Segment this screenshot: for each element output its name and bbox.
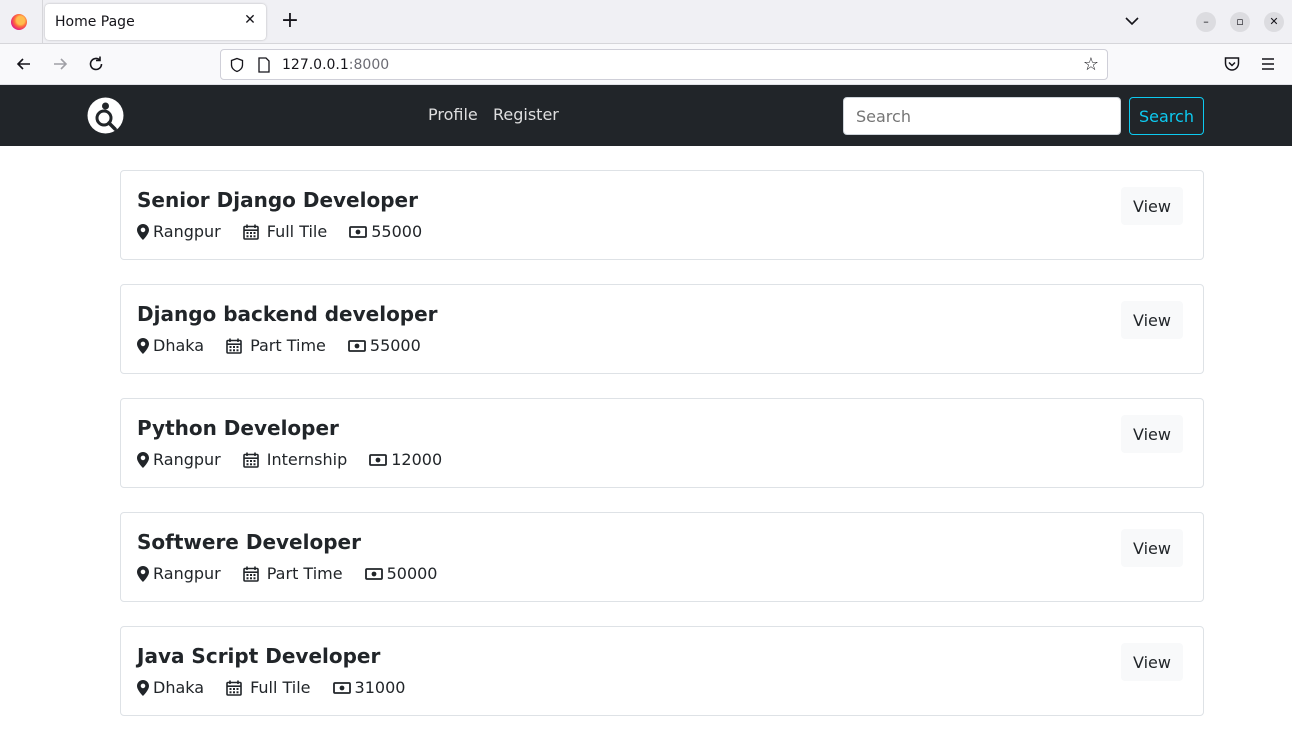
job-salary-text: 50000 [386,564,438,583]
job-type: Internship [242,450,348,469]
maximize-window-button[interactable]: ▫ [1230,12,1250,32]
firefox-icon[interactable] [11,14,27,30]
job-type-text: Part Time [266,564,343,583]
job-salary: 55000 [347,336,421,355]
money-bill-icon [364,567,383,580]
job-type: Full Tile [226,678,311,697]
job-location-text: Dhaka [153,336,205,355]
job-meta: Dhaka Full Tile 31000 [137,678,427,697]
browser-toolbar: 127.0.0.1:8000 ☆ [0,44,1292,85]
job-title: Java Script Developer [137,644,381,668]
job-location: Rangpur [137,222,221,241]
calendar-icon [242,566,259,582]
job-location-text: Rangpur [153,222,221,241]
view-job-button[interactable]: View [1121,415,1183,453]
job-location-text: Rangpur [153,450,221,469]
job-type: Full Tile [242,222,328,241]
job-card: Python Developer Rangpur Internship 1200… [120,398,1204,488]
calendar-icon [226,680,242,696]
hamburger-menu-icon[interactable] [1258,54,1278,74]
new-tab-button[interactable]: + [279,10,301,32]
pocket-icon[interactable] [1222,54,1242,74]
site-navbar: Profile Register Search [0,85,1292,146]
job-meta: Rangpur Internship 12000 [137,450,464,469]
close-tab-icon[interactable]: ✕ [242,12,258,28]
job-location: Dhaka [137,678,204,697]
job-salary-text: 12000 [391,450,443,469]
page-info-icon[interactable] [257,57,271,73]
job-title: Senior Django Developer [137,188,418,212]
search-button[interactable]: Search [1129,97,1204,135]
view-job-button[interactable]: View [1121,187,1183,225]
job-card: Django backend developer Dhaka Part Time [120,284,1204,374]
job-type-text: Full Tile [250,678,311,697]
job-location-text: Dhaka [153,678,205,697]
url-text: 127.0.0.1:8000 [282,57,389,73]
job-salary: 31000 [332,678,406,697]
money-bill-icon [369,453,388,466]
job-card: Senior Django Developer Rangpur Full Til… [120,170,1204,260]
money-bill-icon [349,225,368,238]
job-title: Softwere Developer [137,530,361,554]
bookmark-star-icon[interactable]: ☆ [1081,55,1101,75]
money-bill-icon [332,681,351,694]
minimize-window-button[interactable]: – [1196,12,1216,32]
job-meta: Dhaka Part Time 55000 [137,336,443,355]
job-location-text: Rangpur [153,564,221,583]
job-salary: 55000 [349,222,422,241]
job-type: Part Time [226,336,326,355]
brand-logo-icon[interactable] [87,97,124,134]
close-window-button[interactable]: ✕ [1264,12,1284,32]
job-title: Django backend developer [137,302,438,326]
job-location: Dhaka [137,336,204,355]
job-salary: 12000 [369,450,442,469]
view-job-button[interactable]: View [1121,301,1183,339]
browser-tabbar: Home Page ✕ + – ▫ ✕ [0,0,1292,44]
job-type: Part Time [242,564,343,583]
money-bill-icon [347,339,366,352]
calendar-icon [226,338,242,354]
map-marker-icon [137,451,149,468]
map-marker-icon [137,223,149,240]
list-all-tabs-icon[interactable] [1123,12,1141,30]
nav-link-register[interactable]: Register [493,105,559,124]
job-title: Python Developer [137,416,339,440]
calendar-icon [242,452,259,468]
job-type-text: Part Time [250,336,326,355]
job-salary-text: 55000 [371,222,423,241]
search-input[interactable] [843,97,1121,135]
job-card: Softwere Developer Rangpur Part Time 500… [120,512,1204,602]
url-port: :8000 [348,57,390,73]
job-card: Java Script Developer Dhaka Full Tile 31… [120,626,1204,716]
job-salary-text: 31000 [354,678,406,697]
tab-divider [42,0,43,44]
map-marker-icon [137,679,149,696]
job-salary: 50000 [364,564,438,583]
calendar-icon [242,224,259,240]
job-location: Rangpur [137,450,221,469]
url-bar[interactable]: 127.0.0.1:8000 ☆ [220,49,1108,80]
job-type-text: Internship [266,450,348,469]
job-type-text: Full Tile [266,222,328,241]
url-host: 127.0.0.1 [282,57,349,73]
job-salary-text: 55000 [369,336,421,355]
reload-icon[interactable] [86,54,106,74]
view-job-button[interactable]: View [1121,529,1183,567]
job-location: Rangpur [137,564,221,583]
job-meta: Rangpur Part Time 50000 [137,564,459,583]
browser-tab-active[interactable]: Home Page ✕ [45,4,266,40]
nav-link-profile[interactable]: Profile [428,105,478,124]
job-meta: Rangpur Full Tile 55000 [137,222,444,241]
back-arrow-icon[interactable] [14,54,34,74]
map-marker-icon [137,565,149,582]
forward-arrow-icon[interactable] [50,54,70,74]
tracking-shield-icon[interactable] [229,57,245,73]
map-marker-icon [137,337,149,354]
tab-title: Home Page [55,14,135,30]
view-job-button[interactable]: View [1121,643,1183,681]
